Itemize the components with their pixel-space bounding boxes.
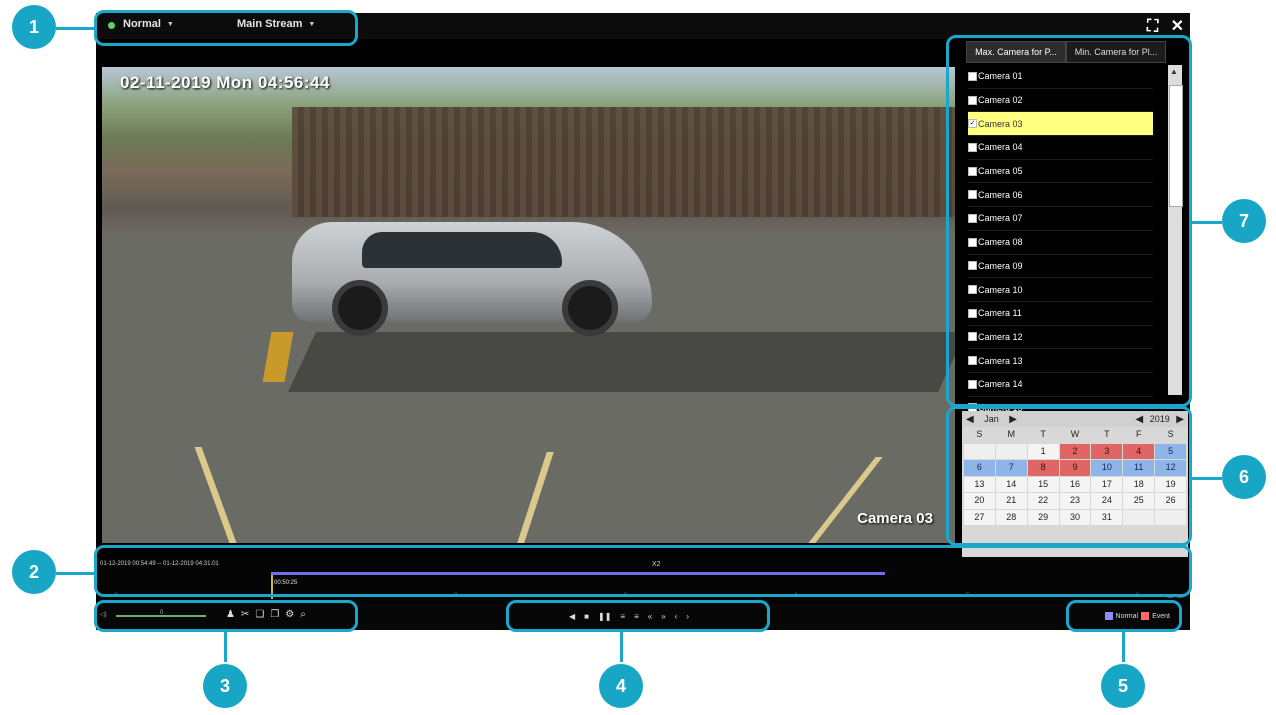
callout-connector: [1192, 477, 1222, 480]
callout-frame-6: [946, 406, 1192, 546]
callout-badge-7: 7: [1222, 199, 1266, 243]
callout-badge-2: 2: [12, 550, 56, 594]
callout-badge-3: 3: [203, 664, 247, 708]
fullscreen-icon[interactable]: ⛶: [1147, 18, 1158, 35]
scene-car-window: [362, 232, 562, 268]
callout-frame-5: [1066, 600, 1182, 632]
scene-car-wheel: [332, 280, 388, 336]
window-buttons: ⛶ ✕: [1139, 16, 1184, 36]
video-playback-area[interactable]: 02-11-2019 Mon 04:56:44 Camera 03: [102, 67, 955, 543]
scene-fence: [292, 107, 955, 217]
callout-frame-3: [94, 600, 358, 632]
callout-connector: [1192, 221, 1222, 224]
callout-badge-6: 6: [1222, 455, 1266, 499]
callout-connector: [56, 572, 96, 575]
callout-connector: [224, 632, 227, 662]
callout-frame-2: [94, 545, 1192, 597]
scene-car: [292, 222, 652, 336]
callout-connector: [620, 632, 623, 662]
callout-badge-4: 4: [599, 664, 643, 708]
callout-badge-5: 5: [1101, 664, 1145, 708]
callout-connector: [56, 27, 96, 30]
scene-car-wheel: [562, 280, 618, 336]
osd-camera-name: Camera 03: [857, 510, 933, 527]
callout-frame-7: [946, 35, 1192, 407]
callout-frame-4: [506, 600, 770, 632]
close-icon[interactable]: ✕: [1171, 18, 1184, 35]
callout-connector: [1122, 632, 1125, 662]
scene-shadow: [288, 332, 955, 392]
callout-frame-1: [94, 10, 358, 46]
osd-timestamp: 02-11-2019 Mon 04:56:44: [120, 73, 330, 92]
callout-badge-1: 1: [12, 5, 56, 49]
